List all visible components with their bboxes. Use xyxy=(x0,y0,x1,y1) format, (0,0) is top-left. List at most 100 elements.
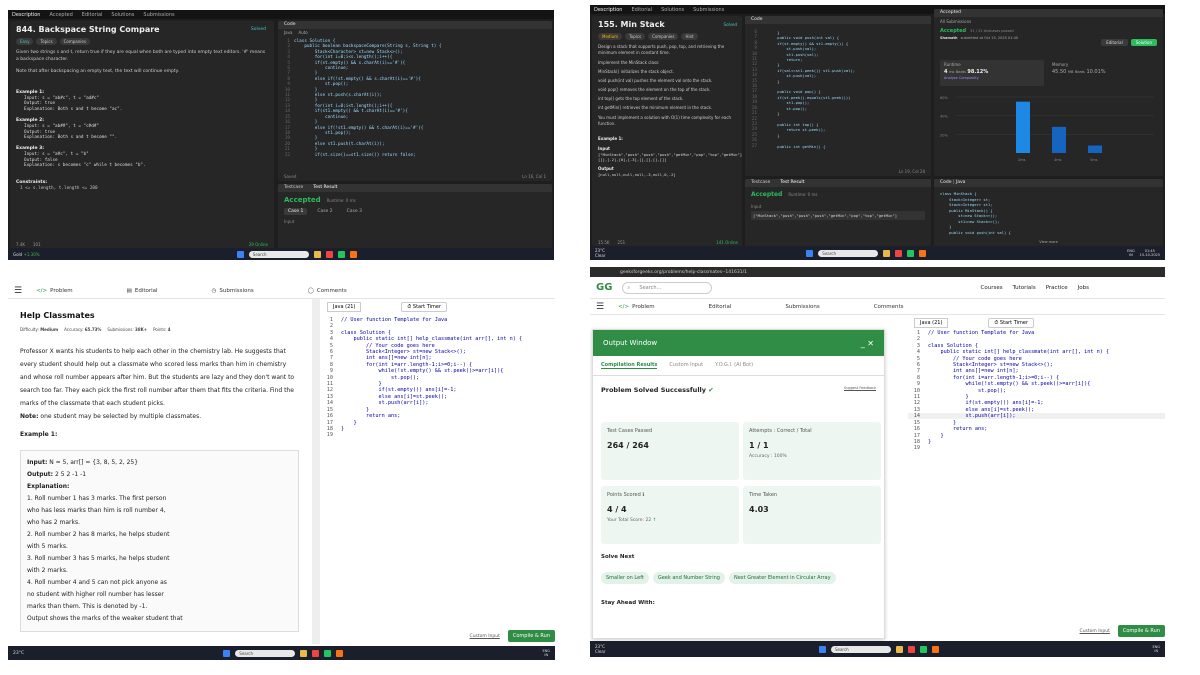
tab-solutions[interactable]: Solutions xyxy=(111,12,134,18)
language-indicator[interactable]: ENG IN xyxy=(542,649,550,657)
tab-problem[interactable]: </> Problem xyxy=(36,288,73,294)
file-explorer-icon[interactable] xyxy=(313,250,321,258)
tab-comments[interactable]: Comments xyxy=(874,304,904,310)
tab-editorial[interactable]: Editorial xyxy=(709,304,732,310)
code-editor[interactable]: class Solution { public boolean backspac… xyxy=(294,39,441,158)
file-explorer-icon[interactable] xyxy=(895,645,903,653)
brave-icon[interactable] xyxy=(349,250,357,258)
compile-run-button[interactable]: Compile & Run xyxy=(1117,625,1165,637)
clock[interactable]: 01:45 15-10-2025 xyxy=(1140,249,1160,257)
menu-jobs[interactable]: Jobs xyxy=(1078,285,1089,291)
editorial-button[interactable]: Editorial xyxy=(1101,39,1128,46)
menu-icon[interactable]: ☰ xyxy=(14,286,22,296)
case-1-tab[interactable]: Case 1 xyxy=(284,208,308,215)
menu-practice[interactable]: Practice xyxy=(1046,285,1068,291)
app-icon[interactable] xyxy=(907,645,915,653)
custom-input-link[interactable]: Custom Input xyxy=(1080,629,1110,634)
site-search[interactable]: ⌕ Search... xyxy=(622,281,713,294)
analyze-link[interactable]: Analyze Complexity xyxy=(944,76,1040,80)
chrome-icon[interactable] xyxy=(324,649,332,657)
tab-yogi[interactable]: Y.O.G.I. (AI Bot) xyxy=(715,362,753,369)
next-problem-chip[interactable]: Geek and Number String xyxy=(652,572,725,584)
menu-icon[interactable]: ☰ xyxy=(596,302,604,312)
like-count[interactable]: 7.4K xyxy=(16,242,25,247)
comment-count[interactable]: 101 xyxy=(33,242,41,247)
tab-testcase[interactable]: Testcase xyxy=(751,180,770,186)
taskbar-search[interactable]: Search xyxy=(248,250,309,258)
taskbar-search[interactable]: Search xyxy=(830,645,891,653)
split-handle[interactable] xyxy=(312,299,320,644)
tab-testcase[interactable]: Testcase xyxy=(284,185,303,191)
chrome-icon[interactable] xyxy=(919,645,927,653)
suggest-feedback-link[interactable]: Suggest Feedback xyxy=(844,386,876,394)
custom-input-link[interactable]: Custom Input xyxy=(470,634,500,639)
tab-editorial[interactable]: Editorial xyxy=(631,7,652,13)
windows-start-icon[interactable] xyxy=(818,645,826,653)
chrome-icon[interactable] xyxy=(907,249,915,257)
language-indicator[interactable]: ENG IN xyxy=(1152,645,1160,653)
tab-submissions[interactable]: ◷ Submissions xyxy=(212,288,254,294)
tab-problem[interactable]: </> Problem xyxy=(618,304,655,310)
file-explorer-icon[interactable] xyxy=(300,649,308,657)
comment-count[interactable]: 251 xyxy=(618,240,626,245)
all-submissions-link[interactable]: All Submissions xyxy=(934,17,1163,26)
case-3-tab[interactable]: Case 3 xyxy=(343,208,366,215)
tab-editorial[interactable]: Editorial xyxy=(82,12,103,18)
memory-card[interactable]: Memory 45.50 MB Beats 10.01% xyxy=(1048,60,1157,86)
language-select[interactable]: Java xyxy=(284,30,292,36)
companies-tag[interactable]: Companies xyxy=(59,38,90,45)
taskbar-search[interactable]: Search xyxy=(235,649,296,657)
chrome-icon[interactable] xyxy=(337,250,345,258)
tab-description[interactable]: Description xyxy=(594,7,622,13)
tab-submissions[interactable]: Submissions xyxy=(143,12,174,18)
tab-compilation-results[interactable]: Compilation Results xyxy=(601,362,658,369)
auto-toggle[interactable]: Auto xyxy=(298,30,307,36)
topics-tag[interactable]: Topics xyxy=(36,38,57,45)
next-problem-chip[interactable]: Smaller on Left xyxy=(601,572,649,584)
topics-tag[interactable]: Topics xyxy=(625,33,646,40)
windows-start-icon[interactable] xyxy=(223,649,231,657)
app-icon[interactable] xyxy=(325,250,333,258)
solution-button[interactable]: Solution xyxy=(1130,39,1157,46)
language-indicator[interactable]: ENG IN xyxy=(1127,249,1135,257)
next-problem-chip[interactable]: Next Greater Element in Circular Array xyxy=(728,572,836,584)
start-timer-button[interactable]: ⏱ Start Timer xyxy=(401,302,448,312)
tab-accepted[interactable]: Accepted xyxy=(49,12,72,18)
companies-tag[interactable]: Companies xyxy=(648,33,679,40)
language-select[interactable]: Java (21) xyxy=(327,302,362,312)
brave-icon[interactable] xyxy=(931,645,939,653)
case-2-tab[interactable]: Case 2 xyxy=(313,208,336,215)
tab-test-result[interactable]: Test Result xyxy=(313,185,337,191)
like-count[interactable]: 15.5K xyxy=(598,240,610,245)
tab-custom-input[interactable]: Custom Input xyxy=(669,362,703,369)
app-icon[interactable] xyxy=(312,649,320,657)
windows-start-icon[interactable] xyxy=(236,250,244,258)
hint-tag[interactable]: Hint xyxy=(681,33,698,40)
language-select[interactable]: Java (21) xyxy=(914,318,949,328)
code-editor[interactable]: // User function Template for Java class… xyxy=(341,317,522,432)
compile-run-button[interactable]: Compile & Run xyxy=(507,630,555,642)
start-timer-button[interactable]: ⏱ Start Timer xyxy=(988,318,1035,328)
view-more-link[interactable]: View more xyxy=(934,240,1163,244)
code-editor[interactable]: // User function Template for Java class… xyxy=(928,330,1109,445)
taskbar-search[interactable]: Search xyxy=(818,249,879,257)
file-explorer-icon[interactable] xyxy=(883,249,891,257)
windows-start-icon[interactable] xyxy=(806,249,814,257)
address-bar[interactable]: geeksforgeeks.org/problems/help-classmat… xyxy=(590,267,1165,277)
tab-editorial[interactable]: ▤ Editorial xyxy=(127,288,158,294)
tab-comments[interactable]: ◯ Comments xyxy=(308,288,347,294)
gfg-logo[interactable]: GG xyxy=(596,282,612,293)
brave-icon[interactable] xyxy=(336,649,344,657)
author-name[interactable]: Shamath xyxy=(940,36,958,40)
brave-icon[interactable] xyxy=(919,249,927,257)
runtime-card[interactable]: Runtime 4 ms Beats 98.12% Analyze Comple… xyxy=(940,60,1044,86)
tab-description[interactable]: Description xyxy=(12,12,40,18)
tab-submissions[interactable]: Submissions xyxy=(785,304,819,310)
tab-solutions[interactable]: Solutions xyxy=(661,7,684,13)
app-icon[interactable] xyxy=(895,249,903,257)
tab-test-result[interactable]: Test Result xyxy=(780,180,804,186)
menu-courses[interactable]: Courses xyxy=(981,285,1003,291)
tab-submissions[interactable]: Submissions xyxy=(693,7,724,13)
code-editor[interactable]: } public void push(int val) { if(st.empt… xyxy=(759,30,855,149)
menu-tutorials[interactable]: Tutorials xyxy=(1013,285,1036,291)
